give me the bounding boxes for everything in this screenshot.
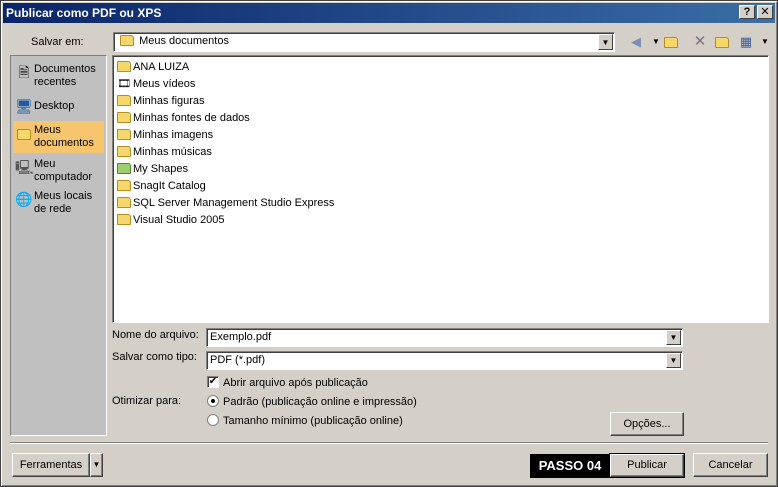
places-item-label: Meu computador [34, 158, 93, 183]
folder-icon [117, 214, 131, 225]
my-documents-icon [15, 125, 33, 141]
savetype-value: PDF (*.pdf) [210, 354, 266, 366]
savein-value: Meus documentos [139, 35, 229, 47]
places-item-label: Documentos recentes [34, 63, 96, 88]
optimize-minimum-label[interactable]: Tamanho mínimo (publicação online) [223, 414, 403, 428]
list-item[interactable]: 🎞 Meus vídeos [117, 76, 195, 92]
list-item[interactable]: Visual Studio 2005 [117, 212, 225, 228]
list-item[interactable]: Minhas fontes de dados [117, 110, 250, 126]
window-title: Publicar como PDF ou XPS [6, 6, 162, 20]
list-item[interactable]: Minhas imagens [117, 127, 213, 143]
views-dropdown-icon[interactable]: ▼ [755, 33, 775, 51]
data-sources-folder-icon [117, 112, 131, 123]
views-icon[interactable]: ▦ [736, 33, 756, 51]
images-folder-icon [117, 129, 131, 140]
file-list[interactable]: ANA LUIZA 🎞 Meus vídeos Minhas figuras Mi… [112, 55, 769, 323]
list-item[interactable]: Minhas músicas [117, 144, 212, 160]
filename-label: Nome do arquivo: [112, 329, 199, 341]
optimize-standard-radio[interactable] [207, 395, 219, 407]
divider [10, 442, 768, 444]
open-after-label[interactable]: Abrir arquivo após publicação [223, 376, 368, 390]
music-folder-icon [117, 146, 131, 157]
publish-button[interactable]: Publicar [609, 453, 685, 478]
my-documents-icon [120, 35, 134, 46]
optimize-minimum-radio[interactable] [207, 414, 219, 426]
places-item-label: Desktop [34, 100, 75, 112]
places-item-desktop[interactable]: 🖥 Desktop [13, 96, 104, 120]
close-button[interactable]: ✕ [757, 5, 773, 19]
savein-dropdown[interactable]: Meus documentos ▼ [113, 32, 615, 52]
delete-icon[interactable]: ✕ [690, 33, 710, 51]
publish-dialog: Publicar como PDF ou XPS ? ✕ Salvar em: … [0, 0, 778, 487]
recent-documents-icon: 🗎 [18, 64, 30, 80]
filename-value: Exemplo.pdf [210, 331, 272, 343]
folder-icon [117, 197, 131, 208]
optimize-label: Otimizar para: [112, 395, 182, 407]
list-item[interactable]: Minhas figuras [117, 93, 205, 109]
places-item-recent[interactable]: 🗎 Documentos recentes [13, 60, 104, 94]
places-item-label: Meus locais de rede [34, 190, 93, 215]
pictures-folder-icon [117, 95, 131, 106]
list-item[interactable]: My Shapes [117, 161, 188, 177]
places-item-my-documents[interactable]: Meus documentos [13, 121, 104, 153]
list-item[interactable]: SQL Server Management Studio Express [117, 195, 334, 211]
list-item[interactable]: SnagIt Catalog [117, 178, 206, 194]
open-after-checkbox[interactable]: ✔ [207, 376, 219, 388]
savetype-label: Salvar como tipo: [112, 351, 197, 363]
desktop-icon: 🖥 [15, 98, 33, 114]
videos-folder-icon: 🎞 [117, 78, 131, 90]
folder-icon [117, 61, 131, 72]
my-computer-icon: 🖳 [15, 159, 34, 175]
folder-icon [117, 180, 131, 191]
savein-label: Salvar em: [31, 36, 84, 48]
places-item-label: Meus documentos [34, 124, 94, 149]
list-item[interactable]: ANA LUIZA [117, 59, 189, 75]
help-button[interactable]: ? [739, 5, 755, 19]
step-annotation-label: PASSO 04 [530, 454, 610, 478]
title-bar: Publicar como PDF ou XPS [3, 3, 775, 23]
network-places-icon: 🌐 [15, 191, 33, 207]
up-folder-icon[interactable] [661, 33, 681, 51]
chevron-down-icon[interactable]: ▼ [666, 330, 681, 345]
cancel-button[interactable]: Cancelar [693, 453, 768, 477]
chevron-down-icon[interactable]: ▼ [598, 34, 613, 50]
places-bar: 🗎 Documentos recentes 🖥 Desktop Meus doc… [10, 55, 107, 436]
new-folder-icon[interactable] [712, 33, 732, 51]
places-item-my-computer[interactable]: 🖳 Meu computador [13, 155, 104, 187]
options-button[interactable]: Opções... [610, 412, 684, 436]
optimize-standard-label[interactable]: Padrão (publicação online e impressão) [223, 395, 417, 409]
shapes-folder-icon [117, 163, 131, 174]
tools-button[interactable]: Ferramentas [12, 453, 90, 477]
places-item-network[interactable]: 🌐 Meus locais de rede [13, 187, 104, 219]
savetype-dropdown[interactable]: PDF (*.pdf) ▼ [206, 351, 683, 370]
back-icon[interactable]: ◀ [626, 33, 646, 51]
chevron-down-icon[interactable]: ▼ [666, 353, 681, 368]
filename-field[interactable]: Exemplo.pdf ▼ [206, 328, 683, 347]
tools-dropdown-icon[interactable]: ▼ [90, 453, 103, 477]
